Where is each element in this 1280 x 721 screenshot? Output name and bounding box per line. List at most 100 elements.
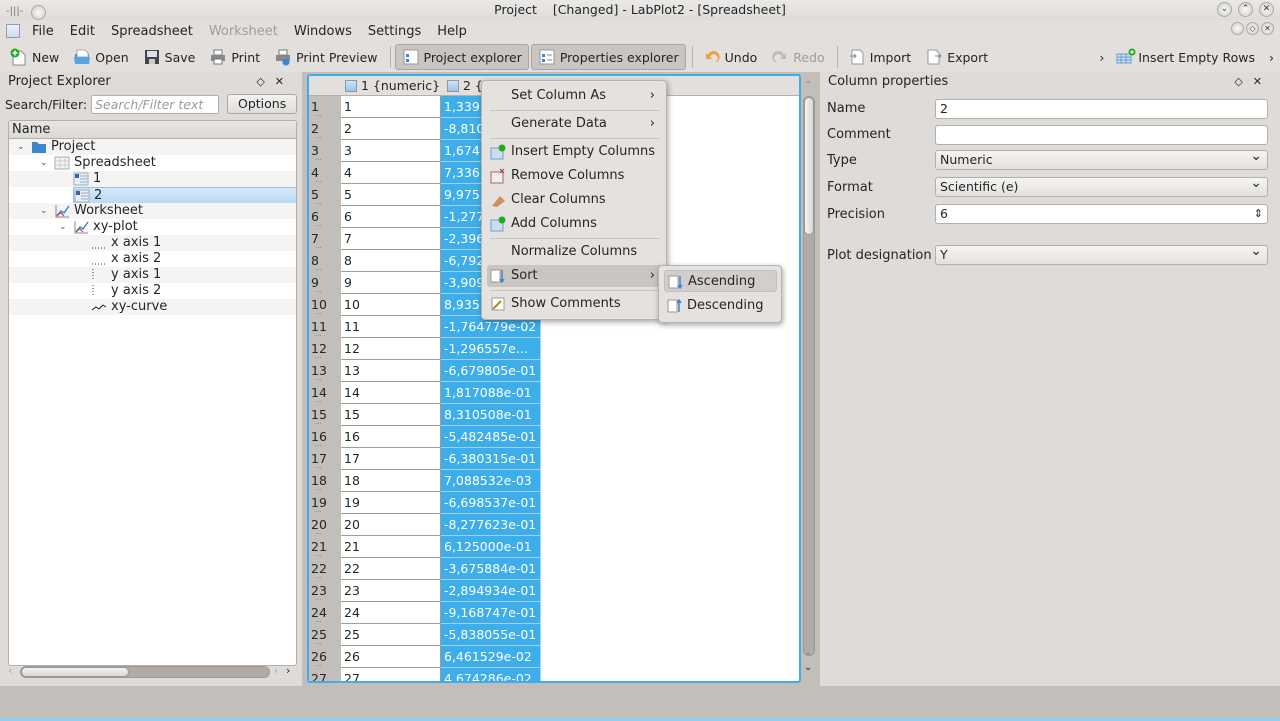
menu-item-sort[interactable]: Sort › [487,265,663,287]
row-header[interactable]: 23 [309,580,341,609]
menu-item-add-columns[interactable]: Add Columns [487,213,663,235]
cell-column-1[interactable]: 11 [341,316,441,338]
cell-column-1[interactable]: 21 [341,536,441,558]
expand-arrow-icon[interactable]: ⌄ [40,155,48,171]
menu-item-generate-data[interactable]: Generate Data › [487,113,663,135]
insert-empty-rows-button[interactable]: Insert Empty Rows [1110,44,1261,70]
row-header[interactable]: 6 [309,206,341,235]
name-field[interactable]: 2 [935,99,1268,119]
row-header[interactable]: 8 [309,250,341,279]
keep-above-button[interactable] [31,4,47,20]
undo-button[interactable]: Undo [697,44,764,70]
spreadsheet-vertical-scrollbar[interactable]: ⌃ ⌃ ⌄ [802,80,816,673]
column-header-1[interactable]: 1 {numeric} [345,78,440,93]
cell-column-1[interactable]: 2 [341,118,441,140]
cell-column-1[interactable]: 25 [341,624,441,646]
row-header[interactable]: 3 [309,140,341,169]
cell-column-2[interactable]: -6,679805e-01 [441,360,541,382]
menu-item-normalize-columns[interactable]: Normalize Columns [487,241,663,263]
mdi-restore-button[interactable] [1231,22,1244,35]
maximize-button[interactable]: ⌃ [1238,2,1253,17]
menu-spreadsheet[interactable]: Spreadsheet [103,24,201,39]
tree-item[interactable]: ⌄ xy-plot [9,219,296,235]
tree-item[interactable]: y axis 2 [9,283,296,299]
cell-column-1[interactable]: 6 [341,206,441,228]
tree-item[interactable]: ⌄ Spreadsheet [9,155,296,171]
cell-column-1[interactable]: 23 [341,580,441,602]
cell-column-2[interactable]: 4,674286e-02 [441,668,541,681]
comment-field[interactable] [935,125,1268,145]
cell-column-1[interactable]: 9 [341,272,441,294]
row-header[interactable]: 15 [309,404,341,433]
menu-worksheet[interactable]: Worksheet [201,24,286,39]
type-select[interactable]: Numeric [935,147,1268,170]
menu-edit[interactable]: Edit [62,24,103,39]
toolbar-overflow-left[interactable]: › [1099,50,1104,65]
float-icon[interactable]: ◇ [1234,75,1252,88]
row-header[interactable]: 27 [309,668,341,681]
close-icon[interactable]: ✕ [275,75,294,88]
cell-column-2[interactable]: -6,380315e-01 [441,448,541,470]
float-icon[interactable]: ◇ [256,75,274,88]
menu-help[interactable]: Help [429,24,475,39]
row-header[interactable]: 2 [309,118,341,147]
redo-button[interactable]: Redo [765,44,830,70]
scroll-down-icon[interactable]: ⌄ [804,662,812,673]
row-header[interactable]: 5 [309,184,341,213]
cell-column-1[interactable]: 22 [341,558,441,580]
scrollbar-thumb[interactable] [21,667,129,677]
cell-column-1[interactable]: 14 [341,382,441,404]
cell-column-1[interactable]: 13 [341,360,441,382]
cell-column-2[interactable]: 8,310508e-01 [441,404,541,426]
menu-item-remove-columns[interactable]: Remove Columns [487,165,663,187]
close-button[interactable]: ✕ [1259,2,1274,17]
cell-column-2[interactable]: -5,482485e-01 [441,426,541,448]
row-header[interactable]: 16 [309,426,341,455]
cell-column-1[interactable]: 1 [341,96,441,118]
scroll-left-icon[interactable]: ‹ [274,664,278,677]
cell-column-1[interactable]: 7 [341,228,441,250]
scrollbar-thumb[interactable] [804,97,814,235]
row-header[interactable]: 22 [309,558,341,587]
cell-column-1[interactable]: 15 [341,404,441,426]
cell-column-1[interactable]: 8 [341,250,441,272]
cell-column-1[interactable]: 24 [341,602,441,624]
print-preview-button[interactable]: Print Preview [268,44,383,70]
open-button[interactable]: Open [67,44,134,70]
close-icon[interactable]: ✕ [1253,75,1272,88]
menu-item-set-column-as[interactable]: Set Column As › [487,85,663,107]
export-button[interactable]: Export [919,44,994,70]
save-button[interactable]: Save [137,44,202,70]
expand-arrow-icon[interactable]: ⌄ [59,219,67,235]
toolbar-overflow-right[interactable]: › [1269,50,1274,65]
row-header[interactable]: 14 [309,382,341,411]
menu-item-sort-descending[interactable]: Descending [664,295,777,317]
tree-item[interactable]: y axis 1 [9,267,296,283]
row-header[interactable]: 7 [309,228,341,257]
project-tree[interactable]: Name ⌄ Project ⌄ Spreadsheet 1 2 ⌄ Worksheet ⌄ xy… [8,120,297,666]
tree-horizontal-scrollbar[interactable]: ‹ ‹ › [8,664,297,680]
cell-column-2[interactable]: 6,461529e-02 [441,646,541,668]
plot-designation-select[interactable]: Y [935,242,1268,265]
tree-column-header[interactable]: Name [9,121,296,139]
cell-column-2[interactable]: -8,277623e-01 [441,514,541,536]
menu-item-insert-empty-columns[interactable]: Insert Empty Columns [487,141,663,163]
menu-settings[interactable]: Settings [360,24,429,39]
tree-item[interactable]: ⌄ Project [9,139,296,155]
cell-column-1[interactable]: 12 [341,338,441,360]
scroll-left-icon[interactable]: ‹ [8,664,12,677]
cell-column-1[interactable]: 5 [341,184,441,206]
cell-column-2[interactable]: 1,817088e-01 [441,382,541,404]
row-header[interactable]: 10 [309,294,341,323]
row-header[interactable]: 12 [309,338,341,367]
minimize-button[interactable]: ⌄ [1217,2,1232,17]
tree-item[interactable]: x axis 1 [9,235,296,251]
search-input[interactable]: Search/Filter text [91,94,219,114]
cell-column-1[interactable]: 19 [341,492,441,514]
menu-item-show-comments[interactable]: Show Comments [487,293,663,315]
row-header[interactable]: 13 [309,360,341,389]
cell-column-2[interactable]: -3,675884e-01 [441,558,541,580]
column-header-2[interactable]: 2 { [447,78,483,93]
tree-item[interactable]: 1 [9,171,296,187]
expand-arrow-icon[interactable]: ⌄ [40,203,48,219]
